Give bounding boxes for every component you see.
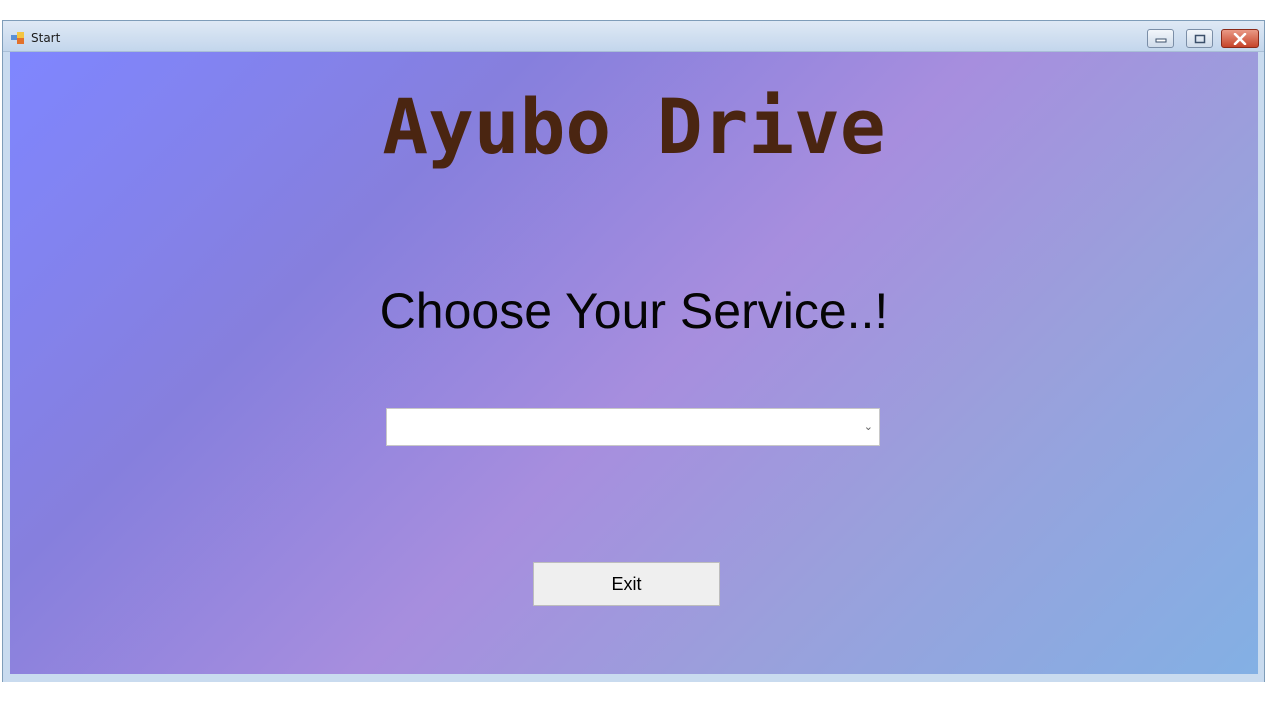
maximize-button[interactable]	[1186, 29, 1213, 48]
window-title: Start	[31, 31, 61, 45]
window-bottom-border	[3, 674, 1264, 682]
close-icon	[1233, 32, 1247, 45]
app-icon	[11, 32, 24, 44]
app-title: Ayubo Drive	[382, 82, 886, 171]
minimize-icon	[1155, 38, 1166, 42]
title-bar[interactable]: Start	[3, 21, 1264, 52]
choose-service-label: Choose Your Service..!	[379, 283, 889, 339]
close-button[interactable]	[1221, 29, 1259, 48]
maximize-icon	[1194, 34, 1205, 43]
minimize-button[interactable]	[1147, 29, 1174, 48]
form-client-area: Ayubo Drive Choose Your Service..! ⌄ Exi…	[10, 52, 1258, 674]
chevron-down-icon[interactable]: ⌄	[864, 420, 873, 433]
service-dropdown[interactable]: ⌄	[386, 408, 880, 446]
app-window: Start Ayubo Drive Choose Your Service..!…	[2, 20, 1265, 682]
exit-button[interactable]: Exit	[533, 562, 720, 606]
